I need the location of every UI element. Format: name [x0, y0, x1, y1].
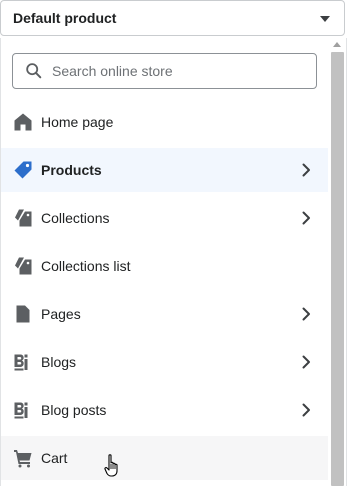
chevron-right-icon [302, 403, 310, 417]
scrollbar-thumb[interactable] [331, 52, 344, 486]
nav-item-blog-posts[interactable]: Blog posts [1, 388, 328, 432]
search-field[interactable] [12, 53, 317, 89]
nav-item-label: Collections list [41, 258, 131, 274]
chevron-right-icon [302, 163, 310, 177]
chevron-right-icon [302, 211, 310, 225]
nav-item-label: Products [41, 162, 102, 178]
nav-item-collections-list[interactable]: Collections list [1, 244, 328, 288]
nav-item-collections[interactable]: Collections [1, 196, 328, 240]
nav-item-pages[interactable]: Pages [1, 292, 328, 336]
nav-item-label: Blog posts [41, 402, 107, 418]
template-select-label: Default product [13, 10, 117, 26]
collections-icon [13, 208, 33, 228]
hand-pointer-cursor-icon [104, 454, 118, 477]
scrollbar[interactable] [330, 42, 344, 486]
nav-item-label: Collections [41, 210, 110, 226]
chevron-right-icon [302, 355, 310, 369]
navigation-panel: Home page Products Collections Collectio… [0, 38, 347, 486]
nav-item-label: Blogs [41, 354, 77, 370]
collections-icon [13, 256, 33, 276]
nav-item-blogs[interactable]: Blogs [1, 340, 328, 384]
home-icon [13, 112, 33, 132]
tag-icon [13, 160, 33, 180]
nav-item-label: Home page [41, 114, 114, 130]
nav-item-cart[interactable]: Cart [1, 436, 328, 480]
cart-icon [13, 448, 33, 468]
blog-icon [13, 352, 33, 372]
blog-icon [13, 400, 33, 420]
nav-item-home-page[interactable]: Home page [1, 100, 328, 144]
nav-item-label: Pages [41, 306, 81, 322]
page-icon [13, 304, 33, 324]
nav-item-products[interactable]: Products [1, 148, 328, 192]
caret-down-icon [320, 16, 330, 22]
nav-item-label: Cart [41, 450, 68, 466]
nav-list: Home page Products Collections Collectio… [1, 100, 328, 484]
search-icon [26, 63, 42, 79]
search-input[interactable] [52, 56, 302, 86]
chevron-right-icon [302, 307, 310, 321]
scroll-up-arrow-icon[interactable] [333, 42, 341, 47]
template-select[interactable]: Default product [0, 0, 345, 36]
